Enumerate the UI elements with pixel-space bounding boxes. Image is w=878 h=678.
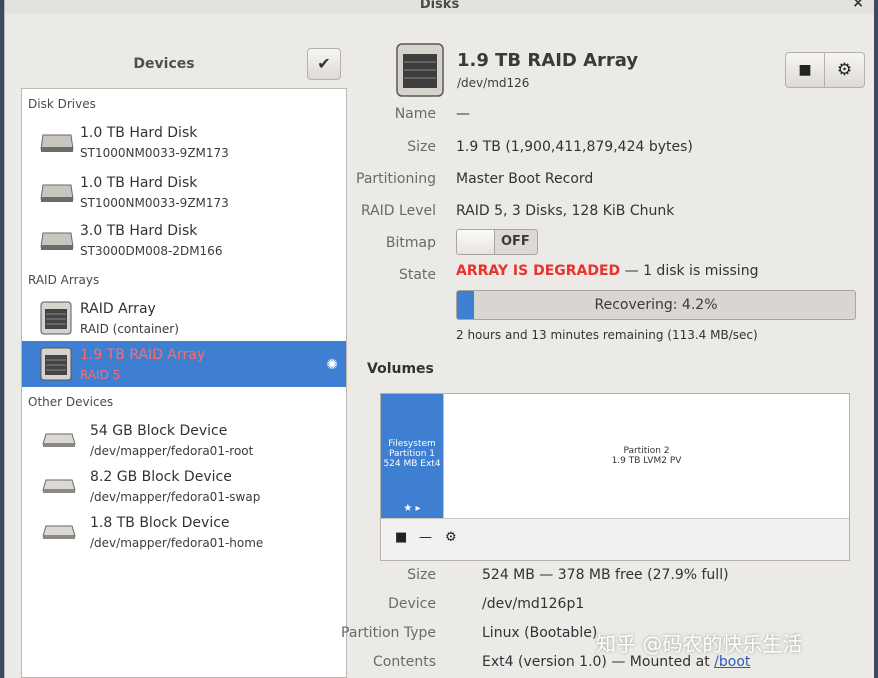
hard-disk-icon bbox=[40, 184, 74, 202]
device-sub: /dev/mapper/fedora01-swap bbox=[90, 490, 261, 504]
recovery-progress-bar: Recovering: 4.2% bbox=[456, 290, 856, 320]
partitioning-value: Master Boot Record bbox=[456, 171, 594, 187]
sidebar-header: Devices ✔ bbox=[21, 40, 343, 86]
name-label: Name bbox=[394, 106, 436, 122]
partition-2-label: Partition 2 1.9 TB LVM2 PV bbox=[444, 446, 849, 466]
device-sub: /dev/mapper/fedora01-home bbox=[90, 536, 264, 550]
vol-ptype-value: Linux (Bootable) bbox=[482, 625, 598, 641]
group-label-disk-drives: Disk Drives bbox=[28, 97, 96, 111]
delete-partition-icon[interactable]: — bbox=[419, 530, 432, 545]
partition-2-size: 1.9 TB LVM2 PV bbox=[611, 456, 682, 466]
block-device-icon bbox=[42, 479, 76, 493]
block-device-icon bbox=[42, 525, 76, 539]
partition-1-size: 524 MB Ext4 bbox=[383, 459, 441, 469]
device-item-block-home[interactable]: 1.8 TB Block Device /dev/mapper/fedora01… bbox=[22, 509, 346, 555]
size-value: 1.9 TB (1,900,411,879,424 bytes) bbox=[456, 139, 693, 155]
toggle-state: OFF bbox=[501, 234, 530, 249]
unmount-icon[interactable]: ■ bbox=[395, 530, 407, 545]
gear-icon: ⚙ bbox=[836, 60, 853, 80]
device-item-hdd-1[interactable]: 1.0 TB Hard Disk ST1000NM0033-9ZM173 bbox=[22, 119, 346, 165]
volumes-heading: Volumes bbox=[367, 361, 434, 377]
block-device-icon bbox=[42, 433, 76, 447]
vol-ptype-label: Partition Type bbox=[341, 625, 436, 641]
raid-level-label: RAID Level bbox=[360, 203, 436, 219]
volume-partition-1[interactable]: Filesystem Partition 1 524 MB Ext4 ★ ▸ bbox=[381, 394, 443, 518]
device-name: RAID Array bbox=[80, 301, 156, 317]
partition-1-label: Filesystem Partition 1 524 MB Ext4 bbox=[381, 439, 443, 469]
device-item-hdd-3[interactable]: 3.0 TB Hard Disk ST3000DM008-2DM166 bbox=[22, 217, 346, 263]
bitmap-toggle[interactable]: OFF bbox=[456, 229, 538, 255]
raid-level-value: RAID 5, 3 Disks, 128 KiB Chunk bbox=[456, 203, 675, 219]
hard-disk-icon bbox=[40, 232, 74, 250]
device-sub: ST3000DM008-2DM166 bbox=[80, 244, 223, 258]
volumes-grid: Filesystem Partition 1 524 MB Ext4 ★ ▸ P… bbox=[380, 393, 850, 561]
device-sub: ST1000NM0033-9ZM173 bbox=[80, 196, 229, 210]
raid-icon bbox=[40, 301, 72, 335]
name-value: — bbox=[456, 106, 470, 122]
watermark: 知乎 @码农的快乐生活 bbox=[596, 632, 803, 656]
device-title: 1.9 TB RAID Array bbox=[457, 50, 639, 71]
device-item-raid-array-selected[interactable]: 1.9 TB RAID Array RAID 5 ✺ bbox=[22, 341, 346, 387]
raid-icon bbox=[40, 347, 72, 381]
mounted-star-icon: ★ ▸ bbox=[403, 503, 421, 514]
state-detail: — 1 disk is missing bbox=[620, 263, 759, 279]
bitmap-label: Bitmap bbox=[385, 235, 436, 251]
disks-window: Disks × Devices ✔ Disk Drives 1.0 TB Har… bbox=[4, 0, 874, 678]
stop-icon: ■ bbox=[798, 62, 812, 78]
partition-2-name: Partition 2 bbox=[623, 446, 670, 456]
device-item-block-root[interactable]: 54 GB Block Device /dev/mapper/fedora01-… bbox=[22, 417, 346, 463]
device-sub: /dev/mapper/fedora01-root bbox=[90, 444, 254, 458]
device-item-block-swap[interactable]: 8.2 GB Block Device /dev/mapper/fedora01… bbox=[22, 463, 346, 509]
volume-toolbar: ■ — ⚙ bbox=[381, 518, 849, 560]
device-item-hdd-2[interactable]: 1.0 TB Hard Disk ST1000NM0033-9ZM173 bbox=[22, 169, 346, 215]
device-name: 8.2 GB Block Device bbox=[90, 469, 232, 485]
device-name: 1.9 TB RAID Array bbox=[80, 347, 206, 363]
vol-device-value: /dev/md126p1 bbox=[482, 596, 585, 612]
device-list: Disk Drives 1.0 TB Hard Disk ST1000NM003… bbox=[21, 88, 347, 678]
raid-array-icon bbox=[396, 43, 444, 97]
volume-partition-2[interactable]: Partition 2 1.9 TB LVM2 PV bbox=[443, 394, 849, 518]
group-label-raid-arrays: RAID Arrays bbox=[28, 273, 100, 287]
window-title: Disks bbox=[419, 0, 460, 12]
vol-size-value: 524 MB — 378 MB free (27.9% full) bbox=[482, 567, 729, 583]
degraded-status: ARRAY IS DEGRADED bbox=[456, 263, 621, 279]
vol-contents-label: Contents bbox=[373, 654, 436, 670]
device-item-raid-container[interactable]: RAID Array RAID (container) bbox=[22, 295, 346, 341]
close-icon[interactable]: × bbox=[852, 0, 864, 10]
select-button[interactable]: ✔ bbox=[307, 48, 341, 80]
sidebar-title: Devices bbox=[133, 56, 195, 72]
state-value: ARRAY IS DEGRADED — 1 disk is missing bbox=[456, 263, 758, 279]
partitioning-label: Partitioning bbox=[356, 171, 436, 187]
hard-disk-icon bbox=[40, 134, 74, 152]
vol-device-label: Device bbox=[388, 596, 436, 612]
toggle-knob bbox=[457, 230, 495, 254]
device-sub: RAID (container) bbox=[80, 322, 179, 336]
progress-text: Recovering: 4.2% bbox=[594, 297, 718, 313]
device-path: /dev/md126 bbox=[457, 76, 530, 90]
size-label: Size bbox=[407, 139, 436, 155]
device-name: 54 GB Block Device bbox=[90, 423, 228, 439]
partition-1-type: Filesystem bbox=[388, 439, 436, 449]
checkmark-icon: ✔ bbox=[317, 54, 331, 73]
spinner-icon: ✺ bbox=[326, 357, 338, 373]
group-label-other-devices: Other Devices bbox=[28, 395, 114, 409]
device-name: 3.0 TB Hard Disk bbox=[80, 223, 198, 239]
device-sub: RAID 5 bbox=[80, 368, 121, 382]
device-name: 1.0 TB Hard Disk bbox=[80, 175, 198, 191]
state-label: State bbox=[398, 267, 436, 283]
settings-button[interactable]: ⚙ bbox=[825, 52, 865, 88]
device-name: 1.0 TB Hard Disk bbox=[80, 125, 198, 141]
device-sub: ST1000NM0033-9ZM173 bbox=[80, 146, 229, 160]
device-name: 1.8 TB Block Device bbox=[90, 515, 230, 531]
time-remaining: 2 hours and 13 minutes remaining (113.4 … bbox=[456, 328, 758, 342]
title-bar: Disks × bbox=[5, 0, 874, 14]
vol-size-label: Size bbox=[407, 567, 436, 583]
gears-icon[interactable]: ⚙ bbox=[445, 530, 457, 545]
partition-1-name: Partition 1 bbox=[388, 449, 436, 459]
stop-array-button[interactable]: ■ bbox=[785, 52, 825, 88]
